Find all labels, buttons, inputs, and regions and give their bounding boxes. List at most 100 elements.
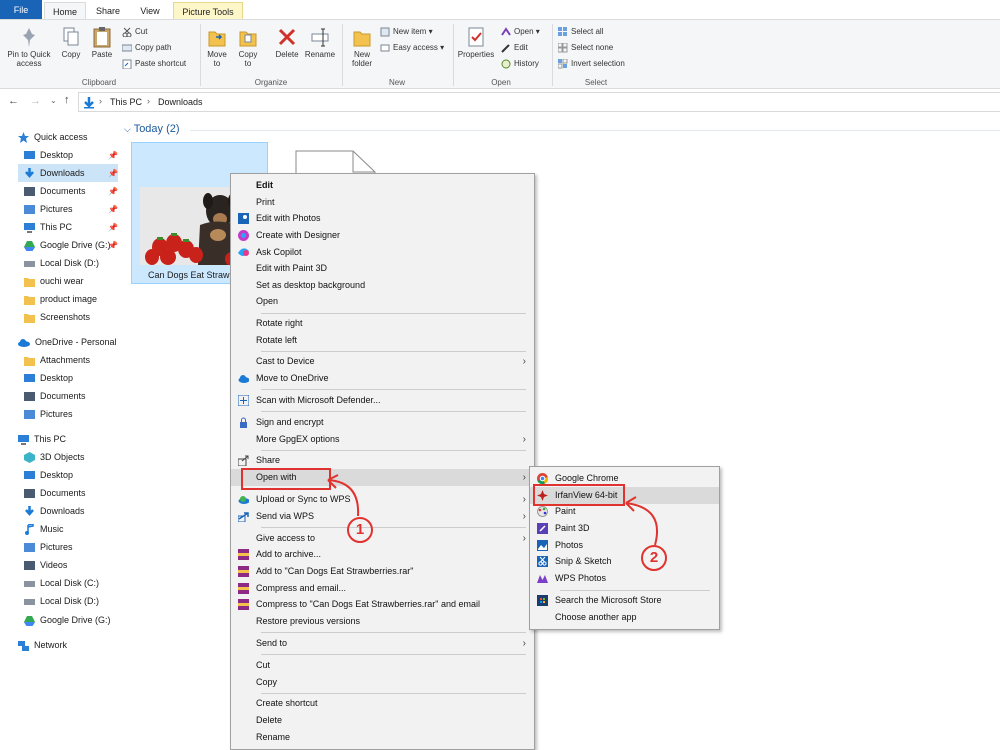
rename-button[interactable]: Rename	[303, 26, 337, 59]
select-none-button[interactable]: Select none	[558, 41, 613, 55]
menu-item-compress-email[interactable]: Compress and email...	[231, 580, 534, 597]
nav-pc-local-disk-d[interactable]: Local Disk (D:)	[24, 592, 99, 610]
nav-qa-pictures[interactable]: Pictures	[24, 200, 73, 218]
nav-pc-google-drive[interactable]: Google Drive (G:)	[24, 611, 111, 629]
menu-item-upload-wps[interactable]: Upload or Sync to WPS ›	[231, 491, 534, 508]
breadcrumb-this-pc[interactable]: This PC	[110, 97, 142, 107]
menu-item-move-onedrive[interactable]: Move to OneDrive	[231, 370, 534, 387]
menu-item-print[interactable]: Print	[231, 194, 534, 211]
copy-button[interactable]: Copy	[58, 26, 84, 59]
nav-pc-3d-objects[interactable]: 3D Objects	[24, 448, 85, 466]
nav-pc-local-disk-c[interactable]: Local Disk (C:)	[24, 574, 99, 592]
menu-item-compress-rar-email[interactable]: Compress to "Can Dogs Eat Strawberries.r…	[231, 596, 534, 613]
easy-access-button[interactable]: Easy access ▾	[380, 41, 444, 55]
move-to-button[interactable]: Move to	[204, 26, 230, 68]
submenu-item-paint3d[interactable]: Paint 3D	[530, 520, 719, 537]
menu-item-cut[interactable]: Cut	[231, 657, 534, 674]
nav-quick-access[interactable]: Quick access	[18, 128, 88, 146]
menu-item-send-wps[interactable]: Send via WPS ›	[231, 508, 534, 525]
nav-od-documents[interactable]: Documents	[24, 387, 86, 405]
copy-to-button[interactable]: Copy to	[235, 26, 261, 68]
menu-item-sign-encrypt[interactable]: Sign and encrypt	[231, 414, 534, 431]
menu-item-send-to[interactable]: Send to ›	[231, 635, 534, 652]
paste-shortcut-button[interactable]: Paste shortcut	[122, 57, 186, 71]
edit-button[interactable]: Edit	[501, 41, 528, 55]
menu-item-rotate-right[interactable]: Rotate right	[231, 315, 534, 332]
nav-qa-ouchi-wear[interactable]: ouchi wear	[24, 272, 84, 290]
submenu-item-ms-store[interactable]: Search the Microsoft Store	[530, 592, 719, 609]
select-all-button[interactable]: Select all	[558, 25, 603, 39]
menu-label: Share	[256, 455, 281, 465]
menu-item-ask-copilot[interactable]: Ask Copilot	[231, 244, 534, 261]
nav-pc-desktop[interactable]: Desktop	[24, 466, 73, 484]
nav-pc-videos[interactable]: Videos	[24, 556, 67, 574]
menu-item-edit-photos[interactable]: Edit with Photos	[231, 210, 534, 227]
submenu-item-snip-sketch[interactable]: Snip & Sketch	[530, 553, 719, 570]
menu-item-edit[interactable]: Edit	[231, 177, 534, 194]
menu-item-cast[interactable]: Cast to Device ›	[231, 353, 534, 370]
nav-qa-screenshots[interactable]: Screenshots	[24, 308, 90, 326]
invert-selection-button[interactable]: Invert selection	[558, 57, 625, 71]
nav-pc-music[interactable]: Music	[24, 520, 64, 538]
new-item-button[interactable]: New item ▾	[380, 25, 433, 39]
tab-picture-tools[interactable]: Picture Tools	[173, 2, 243, 20]
breadcrumb-downloads[interactable]: Downloads	[158, 97, 203, 107]
delete-button[interactable]: Delete	[272, 26, 302, 59]
open-button[interactable]: Open ▾	[501, 25, 540, 39]
menu-item-rotate-left[interactable]: Rotate left	[231, 332, 534, 349]
tab-share[interactable]: Share	[88, 2, 128, 20]
menu-item-add-archive[interactable]: Add to archive...	[231, 546, 534, 563]
nav-od-attachments[interactable]: Attachments	[24, 351, 90, 369]
submenu-item-choose-app[interactable]: Choose another app	[530, 609, 719, 626]
menu-item-open[interactable]: Open	[231, 293, 534, 310]
nav-qa-this-pc[interactable]: This PC	[24, 218, 72, 236]
pin-quick-access-button[interactable]: Pin to Quick access	[2, 26, 56, 68]
menu-item-share[interactable]: Share	[231, 452, 534, 469]
up-arrow-icon[interactable]: ↑	[64, 94, 70, 106]
menu-item-give-access[interactable]: Give access to ›	[231, 530, 534, 547]
submenu-item-photos[interactable]: Photos	[530, 537, 719, 554]
back-arrow-icon[interactable]: ←	[8, 95, 19, 107]
nav-this-pc[interactable]: This PC	[18, 430, 66, 448]
address-field[interactable]: › This PC › Downloads	[78, 92, 1000, 112]
cut-button[interactable]: Cut	[122, 25, 147, 39]
menu-item-copy[interactable]: Copy	[231, 674, 534, 691]
nav-label: OneDrive - Personal	[35, 337, 117, 347]
forward-arrow-icon[interactable]: →	[30, 95, 41, 107]
paste-button[interactable]: Paste	[88, 26, 116, 59]
recent-chevron-icon[interactable]: ⌄	[50, 96, 57, 105]
lock-icon	[240, 417, 247, 428]
nav-od-desktop[interactable]: Desktop	[24, 369, 73, 387]
nav-qa-documents[interactable]: Documents	[24, 182, 86, 200]
menu-item-add-rar[interactable]: Add to "Can Dogs Eat Strawberries.rar"	[231, 563, 534, 580]
tab-view[interactable]: View	[130, 2, 170, 20]
tab-home[interactable]: Home	[44, 2, 86, 20]
nav-pc-pictures[interactable]: Pictures	[24, 538, 73, 556]
nav-qa-product-image[interactable]: product image	[24, 290, 97, 308]
menu-item-scan-defender[interactable]: Scan with Microsoft Defender...	[231, 392, 534, 409]
menu-item-more-gpgex[interactable]: More GpgEX options ›	[231, 431, 534, 448]
history-button[interactable]: History	[501, 57, 539, 71]
tab-file[interactable]: File	[0, 0, 42, 20]
menu-item-create-designer[interactable]: Create with Designer	[231, 227, 534, 244]
nav-pc-downloads[interactable]: Downloads	[24, 502, 85, 520]
menu-item-set-desktop[interactable]: Set as desktop background	[231, 277, 534, 294]
menu-item-delete[interactable]: Delete	[231, 712, 534, 729]
submenu-item-wps-photos[interactable]: WPS Photos	[530, 570, 719, 587]
copy-path-button[interactable]: Copy path	[122, 41, 171, 55]
nav-network[interactable]: Network	[18, 636, 67, 654]
nav-qa-google-drive[interactable]: Google Drive (G:)	[24, 236, 111, 254]
properties-button[interactable]: Properties	[456, 26, 496, 59]
menu-item-restore-versions[interactable]: Restore previous versions	[231, 613, 534, 630]
menu-item-rename[interactable]: Rename	[231, 729, 534, 746]
nav-qa-downloads[interactable]: Downloads	[18, 164, 118, 182]
menu-item-edit-paint3d[interactable]: Edit with Paint 3D	[231, 260, 534, 277]
menu-item-create-shortcut[interactable]: Create shortcut	[231, 695, 534, 712]
nav-pc-documents[interactable]: Documents	[24, 484, 86, 502]
group-header[interactable]: ⌵ Today (2)	[124, 123, 180, 135]
nav-qa-local-disk-d[interactable]: Local Disk (D:)	[24, 254, 99, 272]
nav-onedrive[interactable]: OneDrive - Personal	[18, 333, 117, 351]
new-folder-button[interactable]: New folder	[345, 26, 379, 68]
nav-od-pictures[interactable]: Pictures	[24, 405, 73, 423]
nav-qa-desktop[interactable]: Desktop	[24, 146, 118, 164]
